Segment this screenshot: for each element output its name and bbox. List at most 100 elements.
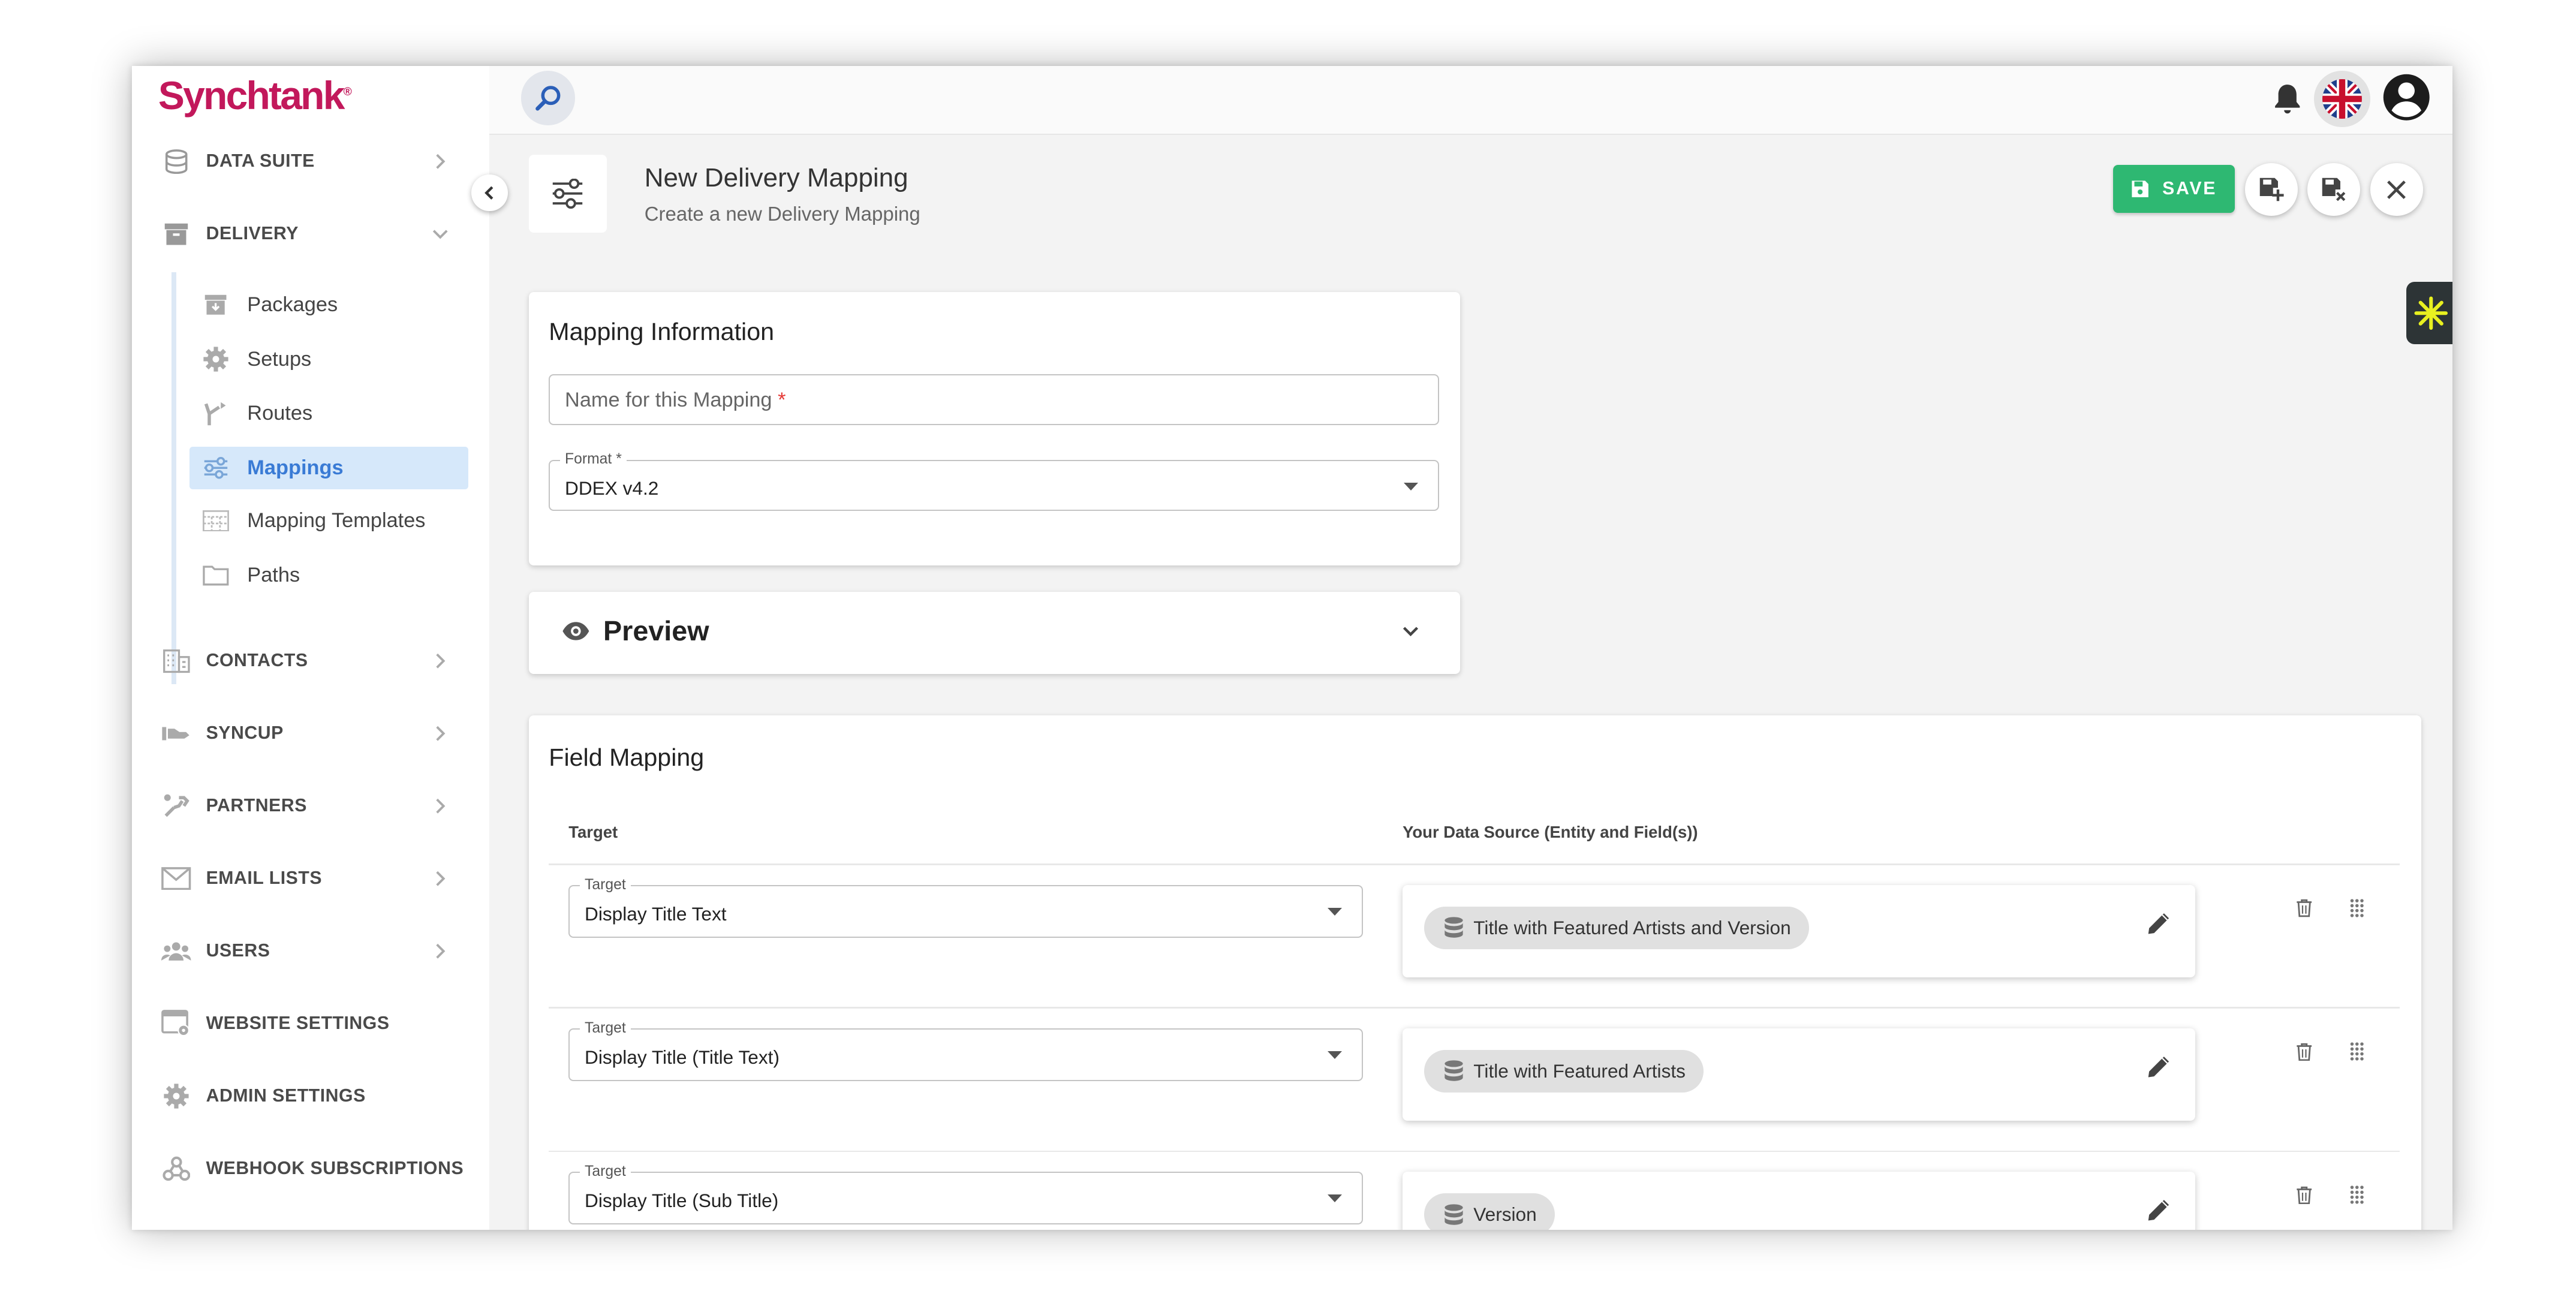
trash-icon [2297,899,2312,917]
website-settings-icon [161,1009,191,1038]
sidebar-item-label: USERS [206,940,270,961]
row-divider [549,863,2400,866]
database-icon [1445,1060,1463,1082]
edit-source-button[interactable] [2142,1193,2175,1226]
close-button[interactable] [2370,163,2423,216]
search-icon [535,86,560,111]
sidebar-item-packages[interactable]: Packages [189,284,468,326]
target-select[interactable]: Target Display Title (Title Text) [568,1019,1364,1082]
account-button[interactable] [2380,71,2433,124]
pencil-icon [2148,913,2169,934]
bell-icon [2275,85,2300,114]
sidebar-item-data-suite[interactable]: DATA SUITE [132,139,489,185]
save-and-new-button[interactable] [2244,163,2298,216]
partners-icon [161,791,191,820]
format-select[interactable]: Format * DDEX v4.2 [549,451,1439,511]
sidebar-item-label: Routes [247,402,313,425]
notifications-button[interactable] [2270,81,2306,117]
mapping-name-input[interactable]: Name for this Mapping * [549,374,1439,426]
sidebar-item-partners[interactable]: PARTNERS [132,783,489,829]
field-mapping-card: Field Mapping Target Your Data Source (E… [529,715,2421,1230]
data-source-box: Version [1403,1172,2196,1230]
search-button[interactable] [520,71,576,125]
sidebar-item-webhook-subscriptions[interactable]: WEBHOOK SUBSCRIPTIONS [132,1145,489,1191]
format-label: Format * [559,451,627,468]
target-select[interactable]: Target Display Title Text [568,876,1364,938]
save-and-close-button[interactable] [2307,163,2361,216]
chevron-right-icon [436,798,446,814]
data-source-box: Title with Featured Artists and Version [1403,885,2196,977]
save-plus-icon [2259,177,2284,201]
drag-handle[interactable] [2345,896,2368,919]
sidebar-item-routes[interactable]: Routes [189,392,468,435]
sidebar-item-email-lists[interactable]: EMAIL LISTS [132,856,489,902]
sidebar-item-label: CONTACTS [206,651,308,671]
sidebar-item-label: WEBSITE SETTINGS [206,1013,390,1033]
page-title: New Delivery Mapping [644,163,908,193]
close-icon [2387,180,2406,199]
sidebar-item-users[interactable]: USERS [132,928,489,974]
sidebar-item-mapping-templates[interactable]: Mapping Templates [189,499,468,542]
trash-icon [2297,1043,2312,1061]
delete-row-button[interactable] [2292,1184,2315,1206]
data-source-chip[interactable]: Title with Featured Artists [1424,1049,1704,1093]
delete-row-button[interactable] [2292,896,2315,919]
sidebar-item-label: SYNCUP [206,723,284,744]
sidebar-item-label: Packages [247,293,338,316]
column-header-target: Target [568,822,618,841]
chevron-right-icon [436,653,446,669]
sidebar-item-label: WEBHOOK SUBSCRIPTIONS [206,1158,464,1178]
sidebar-item-label: EMAIL LISTS [206,868,323,889]
database-icon [1445,1203,1463,1225]
trash-icon [2297,1186,2312,1204]
drag-handle[interactable] [2345,1040,2368,1063]
submenu-rail [171,272,177,684]
sidebar-item-admin-settings[interactable]: ADMIN SETTINGS [132,1073,489,1119]
sidebar-item-syncup[interactable]: SYNCUP [132,711,489,757]
mapping-information-card: Mapping Information Name for this Mappin… [529,291,1461,565]
floppy-disk-icon [2132,180,2148,197]
chevron-right-icon [436,726,446,741]
synchtank-logo[interactable]: Synchtank® [158,73,352,118]
dropdown-arrow-icon [1403,482,1418,490]
data-source-chip[interactable]: Title with Featured Artists and Version [1424,906,1809,950]
language-selector[interactable] [2314,71,2370,127]
data-source-box: Title with Featured Artists [1403,1028,2196,1121]
collapse-sidebar-button[interactable] [471,174,508,211]
save-close-icon [2322,177,2346,201]
data-source-chip[interactable]: Version [1424,1193,1555,1230]
database-icon [161,147,191,176]
dropdown-arrow-icon [1328,1194,1343,1202]
delete-row-button[interactable] [2292,1040,2315,1063]
help-widget-button[interactable] [2406,282,2453,345]
column-header-source: Your Data Source (Entity and Field(s)) [1403,822,1698,841]
mapping-icon [553,179,583,209]
card-title: Mapping Information [549,318,775,346]
sidebar-item-mappings[interactable]: Mappings [189,446,468,490]
page-subtitle: Create a new Delivery Mapping [644,203,920,225]
sidebar-item-label: Setups [247,347,312,371]
target-value: Display Title (Title Text) [585,1046,780,1068]
asterisk-icon [2414,296,2448,330]
format-value: DDEX v4.2 [565,477,659,499]
edit-source-button[interactable] [2142,1050,2175,1083]
save-button-label: SAVE [2162,178,2217,198]
edit-source-button[interactable] [2142,907,2175,940]
app-window: Synchtank® DATA SUITE DELIVERY Packages [131,65,2453,1230]
chevron-down-icon [432,230,448,239]
drag-handle[interactable] [2345,1184,2368,1206]
sidebar-item-paths[interactable]: Paths [189,554,468,597]
building-icon [161,646,191,675]
sidebar-item-delivery[interactable]: DELIVERY [132,211,489,257]
pencil-icon [2148,1200,2169,1221]
gear-icon [203,346,229,372]
sidebar-item-contacts[interactable]: CONTACTS [132,638,489,684]
save-button[interactable]: SAVE [2112,164,2235,213]
drag-grip-icon [2350,1042,2364,1061]
target-select[interactable]: Target Display Title (Sub Title) [568,1163,1364,1225]
sidebar-item-label: PARTNERS [206,796,307,816]
sidebar-item-setups[interactable]: Setups [189,338,468,380]
chevron-right-icon [436,943,446,959]
sidebar-item-website-settings[interactable]: WEBSITE SETTINGS [132,1000,489,1046]
preview-card[interactable]: Preview [529,591,1461,675]
